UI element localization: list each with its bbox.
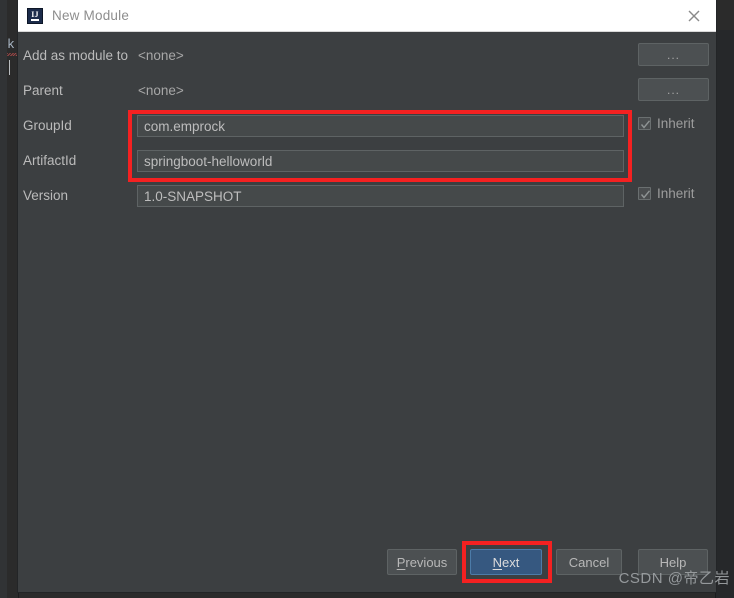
dialog-titlebar: IJ New Module bbox=[18, 0, 716, 32]
error-squiggle-underline bbox=[7, 53, 18, 56]
label-artifact-id: ArtifactId bbox=[23, 153, 77, 168]
next-button[interactable]: Next bbox=[470, 549, 542, 575]
intellij-idea-icon-underline bbox=[31, 19, 39, 21]
form-row-group-id: GroupId Inherit bbox=[18, 115, 716, 137]
inherit-checkbox-version[interactable]: Inherit bbox=[638, 186, 695, 201]
next-button-label: Next bbox=[492, 554, 520, 570]
form-row-parent: Parent <none> ... bbox=[18, 78, 716, 102]
cancel-button[interactable]: Cancel bbox=[556, 549, 622, 575]
dialog-title: New Module bbox=[52, 8, 130, 23]
close-icon[interactable] bbox=[671, 0, 716, 31]
browse-button-parent[interactable]: ... bbox=[638, 78, 709, 101]
background-code-text: k bbox=[7, 37, 15, 52]
label-version: Version bbox=[23, 188, 69, 203]
csdn-watermark: CSDN @帝乙岩 bbox=[618, 570, 730, 587]
new-module-dialog: IJ New Module Add as module to <none> ..… bbox=[18, 0, 716, 592]
background-editor-strip: k bbox=[0, 0, 19, 598]
form-row-version: Version Inherit bbox=[18, 185, 716, 207]
form-row-add-as-module-to: Add as module to <none> ... bbox=[18, 43, 716, 67]
previous-button[interactable]: Previous bbox=[387, 549, 457, 575]
inherit-label-version: Inherit bbox=[657, 186, 695, 201]
screen: k IJ New Module Add as module to <none> … bbox=[0, 0, 734, 598]
intellij-idea-icon: IJ bbox=[27, 7, 43, 24]
dialog-body: Add as module to <none> ... Parent <none… bbox=[18, 32, 716, 593]
label-add-as-module-to: Add as module to bbox=[23, 48, 129, 63]
version-input[interactable] bbox=[137, 185, 624, 207]
artifact-id-input[interactable] bbox=[137, 150, 624, 172]
browse-button-add-as-module-to[interactable]: ... bbox=[638, 43, 709, 66]
form-row-artifact-id: ArtifactId bbox=[18, 150, 716, 172]
checkbox-icon[interactable] bbox=[638, 187, 651, 200]
previous-button-label: Previous bbox=[396, 554, 448, 570]
editor-caret bbox=[9, 60, 10, 75]
editor-gutter bbox=[0, 0, 7, 598]
checkbox-icon[interactable] bbox=[638, 117, 651, 130]
value-add-as-module-to: <none> bbox=[138, 48, 184, 63]
label-group-id: GroupId bbox=[23, 118, 72, 133]
inherit-checkbox-group-id[interactable]: Inherit bbox=[638, 116, 695, 131]
inherit-label-group-id: Inherit bbox=[657, 116, 695, 131]
intellij-idea-icon-letters: IJ bbox=[31, 9, 39, 19]
group-id-input[interactable] bbox=[137, 115, 624, 137]
value-parent: <none> bbox=[138, 83, 184, 98]
label-parent: Parent bbox=[23, 83, 63, 98]
dialog-footer: Previous Next Cancel Help bbox=[18, 535, 716, 593]
background-right-strip bbox=[715, 30, 734, 598]
